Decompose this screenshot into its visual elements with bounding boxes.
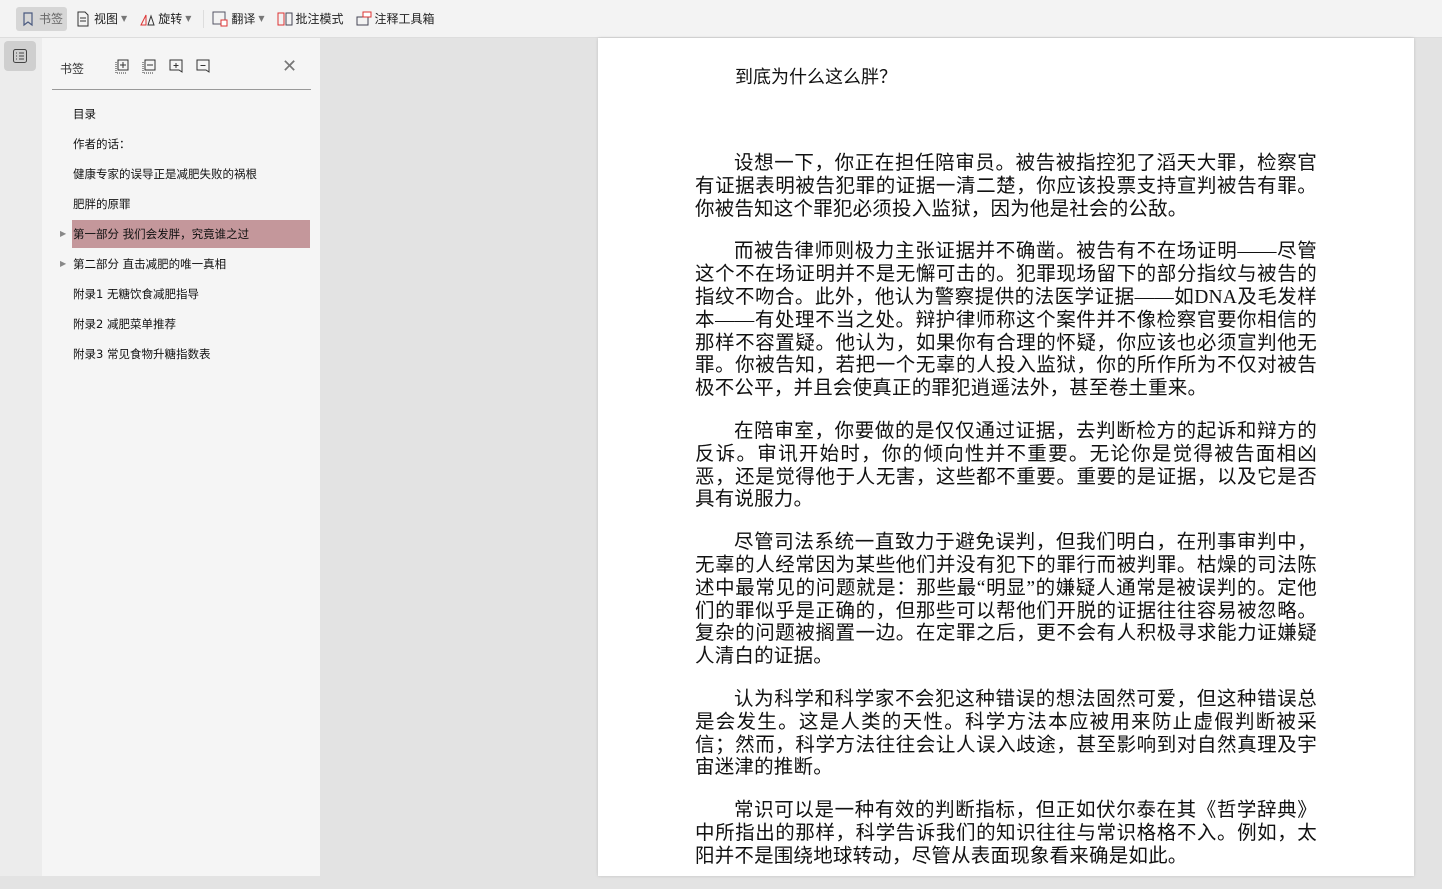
divider [203, 9, 205, 28]
bookmark-item-label: 肥胖的原罪 [73, 197, 131, 211]
rotate-icon [140, 13, 155, 25]
view-label: 视图 [94, 12, 119, 26]
expand-arrow-icon[interactable]: ▶ [60, 220, 66, 248]
bookmark-item-label: 第一部分 我们会发胖，究竟谁之过 [73, 227, 250, 241]
expand-arrow-icon[interactable]: ▶ [60, 250, 66, 278]
document-icon [77, 11, 89, 26]
add-bookmark-icon[interactable] [168, 58, 184, 74]
rotate-label: 旋转 [158, 12, 183, 26]
translate-icon [212, 11, 228, 26]
annotate-mode-button[interactable]: 批注模式 [273, 7, 348, 31]
annotation-tools-button[interactable]: 注释工具箱 [352, 7, 439, 31]
list-icon [13, 49, 27, 63]
document-body: 设想一下，你正在担任陪审员。被告被指控犯了滔天大罪，检察官有证据表明被告犯罪的证… [695, 153, 1317, 889]
bookmark-item[interactable]: 健康专家的误导正是减肥失败的祸根 [72, 160, 310, 188]
bookmark-item-label: 附录3 常见食物升糖指数表 [73, 347, 211, 361]
bookmark-panel: 书签 ✕ 目录作者的话： 健康专家的误导正是减肥失败的祸根 肥胖的原罪 ▶ 第一部分 我… [42, 38, 320, 876]
chevron-down-icon: ▼ [258, 14, 265, 23]
bookmark-item[interactable]: 附录3 常见食物升糖指数表 [72, 340, 310, 368]
paragraph: 在陪审室，你要做的是仅仅通过证据，去判断检方的起诉和辩方的反诉。审讯开始时，你的… [695, 420, 1317, 511]
paragraph: 设想一下，你正在担任陪审员。被告被指控犯了滔天大罪，检察官有证据表明被告犯罪的证… [695, 153, 1317, 220]
bookmark-label: 书签 [39, 12, 64, 26]
bookmark-item-label: 第二部分 直击减肥的唯一真相 [73, 257, 227, 271]
paragraph: 常识可以是一种有效的判断指标，但正如伏尔泰在其《哲学辞典》中所指出的那样，科学告… [695, 800, 1317, 867]
bookmark-item[interactable]: 肥胖的原罪 [72, 190, 310, 218]
bookmark-item-label: 目录 [73, 107, 96, 121]
document-page: 到底为什么这么胖？ 设想一下，你正在担任陪审员。被告被指控犯了滔天大罪，检察官有… [598, 38, 1414, 876]
view-button[interactable]: 视图 ▼ [71, 7, 131, 31]
document-heading: 到底为什么这么胖？ [735, 67, 897, 88]
bookmark-item-label: 附录2 减肥菜单推荐 [73, 317, 176, 331]
annotate-mode-icon [277, 12, 293, 25]
bookmark-item-label: 健康专家的误导正是减肥失败的祸根 [73, 167, 257, 181]
translate-label: 翻译 [231, 12, 256, 26]
bookmark-item[interactable]: 目录 [72, 100, 310, 128]
bookmark-item[interactable]: ▶ 第一部分 我们会发胖，究竟谁之过 [60, 220, 310, 248]
bookmark-item[interactable]: 作者的话： [72, 130, 310, 158]
bookmark-item[interactable]: 附录2 减肥菜单推荐 [72, 310, 310, 338]
rotate-button[interactable]: 旋转 ▼ [135, 7, 195, 31]
bookmark-item-label: 作者的话： [73, 137, 131, 151]
panel-title: 书签 [60, 62, 85, 76]
bookmark-icon [23, 11, 33, 26]
outline-toggle-button[interactable] [4, 41, 36, 71]
annotate-mode-label: 批注模式 [295, 12, 344, 26]
panel-header: 书签 ✕ [52, 38, 311, 90]
chevron-down-icon: ▼ [185, 14, 192, 23]
bookmark-item-label: 附录1 无糖饮食减肥指导 [73, 287, 199, 301]
bookmark-button[interactable]: 书签 [16, 6, 68, 31]
annotation-tools-label: 注释工具箱 [374, 12, 435, 26]
side-strip [0, 38, 42, 876]
expand-all-icon[interactable] [114, 58, 130, 74]
paragraph: 认为科学和科学家不会犯这种错误的想法固然可爱，但这种错误总是会发生。这是人类的天… [695, 688, 1317, 779]
paragraph: 而被告律师则极力主张证据并不确凿。被告有不在场证明——尽管这个不在场证明并不是无… [695, 241, 1317, 400]
bookmark-item[interactable]: ▶ 第二部分 直击减肥的唯一真相 [60, 250, 310, 278]
remove-bookmark-icon[interactable] [195, 58, 211, 74]
bookmark-item[interactable]: 附录1 无糖饮食减肥指导 [72, 280, 310, 308]
toolbar: 书签 视图 ▼ 旋转 ▼ 翻译 ▼ 批注模式 注释工具箱 [0, 0, 1442, 38]
toolbox-icon [356, 11, 372, 25]
paragraph: 尽管司法系统一直致力于避免误判，但我们明白，在刑事审判中，无辜的人经常因为某些他… [695, 532, 1317, 668]
collapse-all-icon[interactable] [141, 58, 157, 74]
close-icon[interactable]: ✕ [282, 56, 297, 77]
translate-button[interactable]: 翻译 ▼ [208, 7, 268, 31]
chevron-down-icon: ▼ [121, 14, 128, 23]
